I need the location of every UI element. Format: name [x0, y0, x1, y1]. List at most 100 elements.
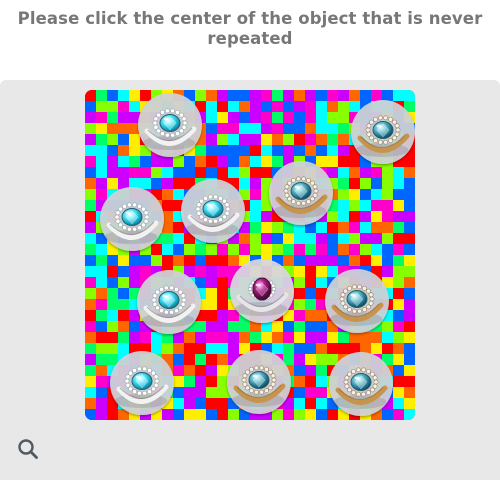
- mosaic-cell: [206, 156, 218, 168]
- mosaic-cell: [140, 178, 152, 190]
- mosaic-cell: [107, 266, 119, 278]
- mosaic-cell: [272, 321, 284, 333]
- mosaic-cell: [261, 90, 273, 102]
- mosaic-cell: [217, 277, 229, 289]
- mosaic-cell: [206, 398, 218, 410]
- mosaic-cell: [294, 244, 306, 256]
- mosaic-cell: [338, 145, 350, 157]
- mosaic-cell: [217, 288, 229, 300]
- mosaic-cell: [195, 321, 207, 333]
- teal-gold-halo-ring-2[interactable]: [351, 100, 415, 164]
- mosaic-cell: [338, 90, 350, 102]
- mosaic-cell: [140, 332, 152, 344]
- mosaic-cell: [162, 189, 174, 201]
- mosaic-cell: [404, 387, 415, 399]
- mosaic-cell: [173, 387, 185, 399]
- mosaic-cell: [184, 343, 196, 355]
- purple-unique-ring-7[interactable]: [230, 259, 294, 323]
- mosaic-cell: [217, 167, 229, 179]
- mosaic-cell: [239, 134, 251, 146]
- mosaic-cell: [272, 101, 284, 113]
- oval-aqua-halo-ring-9[interactable]: [110, 351, 174, 415]
- mosaic-cell: [404, 266, 415, 278]
- mosaic-cell: [272, 222, 284, 234]
- teal-gold-halo-ring-10[interactable]: [227, 350, 291, 414]
- mosaic-cell: [206, 244, 218, 256]
- mosaic-cell: [305, 332, 317, 344]
- mosaic-cell: [162, 178, 174, 190]
- mosaic-cell: [349, 101, 361, 113]
- mosaic-cell: [261, 244, 273, 256]
- mosaic-cell: [393, 299, 405, 311]
- mosaic-cell: [305, 299, 317, 311]
- mosaic-cell: [217, 299, 229, 311]
- mosaic-cell: [195, 387, 207, 399]
- mosaic-cell: [129, 134, 141, 146]
- mosaic-cell: [217, 156, 229, 168]
- oval-aqua-halo-ring-4[interactable]: [181, 179, 245, 243]
- mosaic-cell: [206, 310, 218, 322]
- search-button[interactable]: [15, 436, 41, 462]
- mosaic-cell: [107, 145, 119, 157]
- mosaic-cell: [96, 332, 108, 344]
- mosaic-cell: [316, 343, 328, 355]
- mosaic-cell: [272, 112, 284, 124]
- oval-aqua-halo-ring-1[interactable]: [138, 93, 202, 157]
- mosaic-cell: [327, 409, 339, 420]
- mosaic-cell: [404, 288, 415, 300]
- teal-gold-halo-ring-5[interactable]: [269, 161, 333, 225]
- mosaic-cell: [404, 233, 415, 245]
- mosaic-cell: [349, 189, 361, 201]
- mosaic-cell: [393, 387, 405, 399]
- mosaic-cell: [371, 200, 383, 212]
- teal-gold-halo-ring-8[interactable]: [325, 269, 389, 333]
- mosaic-cell: [250, 211, 262, 223]
- oval-aqua-halo-ring-6[interactable]: [137, 270, 201, 334]
- mosaic-cell: [228, 409, 240, 420]
- mosaic-cell: [305, 266, 317, 278]
- mosaic-cell: [393, 288, 405, 300]
- mosaic-cell: [316, 112, 328, 124]
- mosaic-cell: [371, 244, 383, 256]
- mosaic-cell: [217, 332, 229, 344]
- mosaic-cell: [129, 167, 141, 179]
- mosaic-cell: [129, 321, 141, 333]
- mosaic-cell: [327, 134, 339, 146]
- mosaic-cell: [239, 123, 251, 135]
- mosaic-cell: [338, 112, 350, 124]
- puzzle-canvas[interactable]: [85, 90, 415, 420]
- mosaic-cell: [129, 277, 141, 289]
- puzzle-image[interactable]: [85, 90, 415, 420]
- mosaic-cell: [316, 255, 328, 267]
- mosaic-cell: [206, 101, 218, 113]
- mosaic-cell: [217, 398, 229, 410]
- mosaic-cell: [327, 255, 339, 267]
- mosaic-cell: [316, 321, 328, 333]
- mosaic-cell: [382, 178, 394, 190]
- mosaic-cell: [261, 233, 273, 245]
- mosaic-cell: [371, 211, 383, 223]
- mosaic-cell: [294, 332, 306, 344]
- mosaic-cell: [129, 101, 141, 113]
- mosaic-cell: [272, 244, 284, 256]
- mosaic-cell: [349, 233, 361, 245]
- oval-aqua-halo-ring-3[interactable]: [100, 187, 164, 251]
- mosaic-cell: [162, 222, 174, 234]
- mosaic-cell: [85, 354, 97, 366]
- mosaic-cell: [393, 365, 405, 377]
- mosaic-cell: [217, 343, 229, 355]
- mosaic-cell: [382, 266, 394, 278]
- mosaic-cell: [184, 398, 196, 410]
- mosaic-cell: [250, 167, 262, 179]
- mosaic-cell: [206, 332, 218, 344]
- mosaic-cell: [283, 112, 295, 124]
- teal-gold-halo-ring-11[interactable]: [329, 352, 393, 416]
- mosaic-cell: [173, 222, 185, 234]
- mosaic-cell: [239, 178, 251, 190]
- mosaic-cell: [129, 90, 141, 102]
- mosaic-cell: [173, 354, 185, 366]
- mosaic-cell: [316, 101, 328, 113]
- mosaic-cell: [360, 189, 372, 201]
- mosaic-cell: [327, 167, 339, 179]
- mosaic-cell: [206, 255, 218, 267]
